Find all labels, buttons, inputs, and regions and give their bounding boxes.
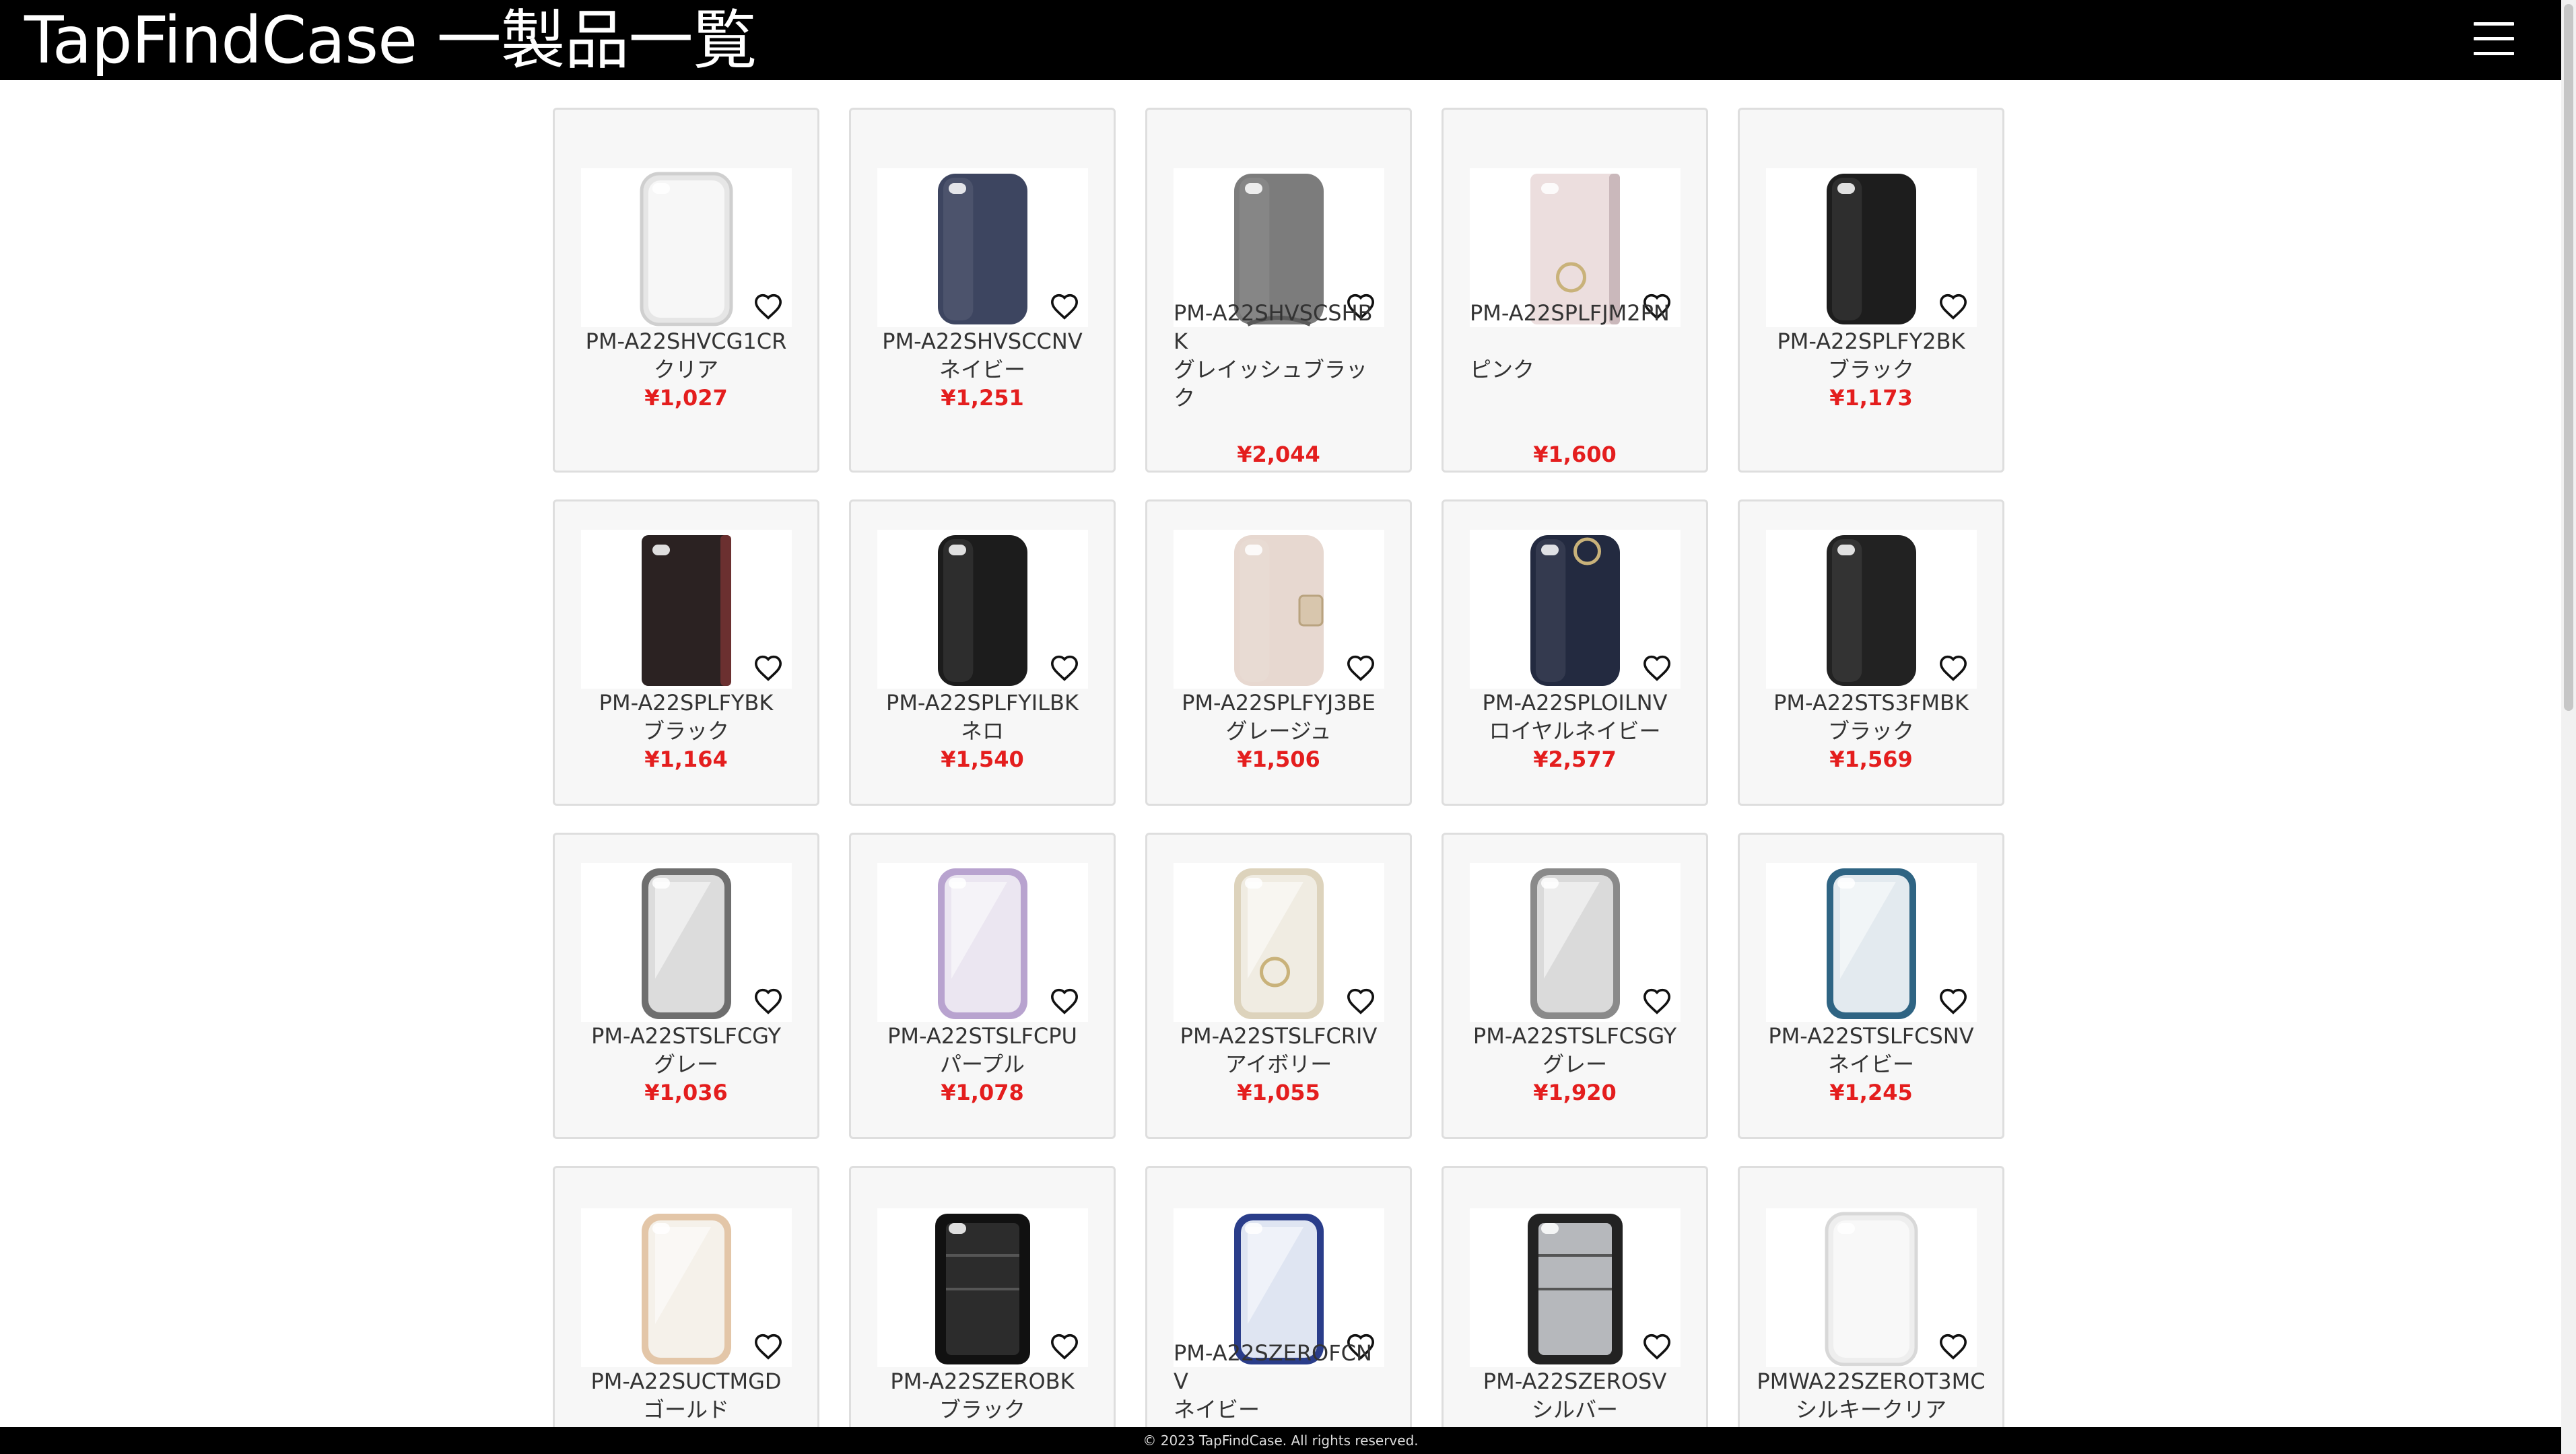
product-price: ¥1,036 — [644, 1080, 728, 1105]
favorite-heart-icon[interactable] — [753, 988, 783, 1014]
product-code: PM-A22SHVCG1CR — [585, 328, 787, 354]
favorite-heart-icon[interactable] — [1938, 988, 1968, 1014]
product-card[interactable]: PM-A22STSLFCGY グレー ¥1,036 — [553, 833, 819, 1139]
product-card[interactable]: PM-A22SPLFJM2PN ピンク ¥1,600 — [1442, 108, 1708, 473]
favorite-heart-icon[interactable] — [1050, 654, 1079, 681]
favorite-heart-icon[interactable] — [1050, 988, 1079, 1014]
product-price: ¥1,078 — [941, 1080, 1024, 1105]
product-card[interactable]: PM-A22SZEROSV シルバー — [1442, 1166, 1708, 1435]
product-card[interactable]: PM-A22SHVSCSHBK グレイッシュブラック ¥2,044 — [1145, 108, 1412, 473]
hamburger-menu-icon[interactable] — [2474, 22, 2514, 56]
product-card[interactable]: PM-A22STSLFCSNV ネイビー ¥1,245 — [1738, 833, 2004, 1139]
product-code: PM-A22STS3FMBK — [1773, 690, 1969, 716]
product-color-name: ブラック — [939, 1397, 1025, 1422]
product-color-name: ネイビー — [939, 357, 1025, 382]
product-price: ¥1,920 — [1533, 1080, 1617, 1105]
product-code: PM-A22SPLFJM2PN — [1470, 300, 1670, 326]
product-color-name: グレージュ — [1225, 718, 1332, 744]
product-code: PM-A22STSLFCPU — [887, 1023, 1077, 1049]
product-code: PM-A22SPLFYBK — [599, 690, 774, 716]
favorite-heart-icon[interactable] — [1050, 1333, 1079, 1360]
product-card[interactable]: PM-A22SZEROFCNV ネイビー — [1145, 1166, 1412, 1435]
favorite-heart-icon[interactable] — [1642, 654, 1672, 681]
product-card[interactable]: PM-A22STS3FMBK ブラック ¥1,569 — [1738, 499, 2004, 806]
favorite-heart-icon[interactable] — [1642, 1333, 1672, 1360]
product-code: PM-A22SPLFYJ3BE — [1182, 690, 1376, 716]
product-card[interactable]: PM-A22SPLOILNV ロイヤルネイビー ¥2,577 — [1442, 499, 1708, 806]
product-price: ¥1,540 — [941, 747, 1024, 772]
product-color-name: グレイッシュブラック — [1174, 357, 1368, 411]
product-code: PM-A22SHVSCCNV — [882, 328, 1083, 354]
product-color-name: ブラック — [1827, 718, 1914, 744]
product-code: PM-A22STSLFCSNV — [1768, 1023, 1974, 1049]
product-color-name: グレー — [1542, 1051, 1607, 1077]
product-card[interactable]: PM-A22SPLFY2BK ブラック ¥1,173 — [1738, 108, 2004, 473]
product-price: ¥1,173 — [1829, 385, 1913, 411]
product-price: ¥1,055 — [1237, 1080, 1320, 1105]
product-color-name: シルキークリア — [1795, 1397, 1946, 1422]
product-card[interactable]: PM-A22STSLFCPU パープル ¥1,078 — [849, 833, 1116, 1139]
product-price: ¥1,569 — [1829, 747, 1913, 772]
product-code: PM-A22SZEROBK — [890, 1369, 1075, 1394]
favorite-heart-icon[interactable] — [1346, 654, 1376, 681]
vertical-scrollbar[interactable] — [2561, 0, 2576, 1454]
product-code: PM-A22STSLFCGY — [591, 1023, 781, 1049]
product-card[interactable]: PM-A22SUCTMGD ゴールド — [553, 1166, 819, 1435]
product-color-name: シルバー — [1531, 1397, 1618, 1422]
product-color-name: クリア — [653, 357, 718, 382]
product-code: PM-A22STSLFCRIV — [1180, 1023, 1378, 1049]
product-color-name: ブラック — [642, 718, 729, 744]
product-card[interactable]: PM-A22SZEROBK ブラック — [849, 1166, 1116, 1435]
product-color-name: ネロ — [960, 718, 1004, 744]
page-title: TapFindCase 一製品一覧 — [24, 3, 757, 78]
product-code: PM-A22SZEROFCNV — [1174, 1340, 1372, 1394]
product-price: ¥2,044 — [1237, 442, 1320, 467]
product-price: ¥1,506 — [1237, 747, 1320, 772]
app-header: TapFindCase 一製品一覧 — [0, 0, 2561, 80]
product-code: PM-A22SPLFYILBK — [886, 690, 1079, 716]
favorite-heart-icon[interactable] — [1642, 988, 1672, 1014]
product-card[interactable]: PM-A22STSLFCRIV アイボリー ¥1,055 — [1145, 833, 1412, 1139]
product-card[interactable]: PMWA22SZEROT3MC シルキークリア — [1738, 1166, 2004, 1435]
product-color-name: グレー — [653, 1051, 718, 1077]
favorite-heart-icon[interactable] — [753, 293, 783, 320]
product-color-name: ネイビー — [1827, 1051, 1914, 1077]
product-color-name: ロイヤルネイビー — [1489, 718, 1661, 744]
product-price: ¥1,245 — [1829, 1080, 1913, 1105]
favorite-heart-icon[interactable] — [1050, 293, 1079, 320]
product-color-name: ネイビー — [1174, 1397, 1260, 1422]
favorite-heart-icon[interactable] — [1938, 1333, 1968, 1360]
product-code: PM-A22SPLFY2BK — [1777, 328, 1965, 354]
product-card[interactable]: PM-A22SHVCG1CR クリア ¥1,027 — [553, 108, 819, 473]
footer-copyright: © 2023 TapFindCase. All rights reserved. — [0, 1427, 2561, 1454]
product-color-name: ピンク — [1470, 357, 1535, 382]
favorite-heart-icon[interactable] — [753, 654, 783, 681]
product-card[interactable]: PM-A22STSLFCSGY グレー ¥1,920 — [1442, 833, 1708, 1139]
scrollbar-thumb[interactable] — [2564, 4, 2573, 711]
product-color-name: アイボリー — [1225, 1051, 1332, 1077]
product-price: ¥2,577 — [1533, 747, 1617, 772]
product-card[interactable]: PM-A22SHVSCCNV ネイビー ¥1,251 — [849, 108, 1116, 473]
product-code: PM-A22SZEROSV — [1483, 1369, 1667, 1394]
product-price: ¥1,164 — [644, 747, 728, 772]
product-color-name: ゴールド — [642, 1397, 729, 1422]
favorite-heart-icon[interactable] — [1346, 988, 1376, 1014]
favorite-heart-icon[interactable] — [1938, 293, 1968, 320]
product-card[interactable]: PM-A22SPLFYJ3BE グレージュ ¥1,506 — [1145, 499, 1412, 806]
product-price: ¥1,600 — [1533, 442, 1617, 467]
favorite-heart-icon[interactable] — [1938, 654, 1968, 681]
product-card[interactable]: PM-A22SPLFYILBK ネロ ¥1,540 — [849, 499, 1116, 806]
product-card[interactable]: PM-A22SPLFYBK ブラック ¥1,164 — [553, 499, 819, 806]
product-code: PM-A22SPLOILNV — [1482, 690, 1668, 716]
product-color-name: パープル — [939, 1051, 1025, 1077]
product-code: PMWA22SZEROT3MC — [1757, 1369, 1986, 1394]
favorite-heart-icon[interactable] — [753, 1333, 783, 1360]
product-code: PM-A22STSLFCSGY — [1472, 1023, 1677, 1049]
product-code: PM-A22SHVSCSHBK — [1174, 300, 1373, 354]
product-price: ¥1,251 — [941, 385, 1024, 411]
product-color-name: ブラック — [1827, 357, 1914, 382]
product-price: ¥1,027 — [644, 385, 728, 411]
product-code: PM-A22SUCTMGD — [590, 1369, 782, 1394]
